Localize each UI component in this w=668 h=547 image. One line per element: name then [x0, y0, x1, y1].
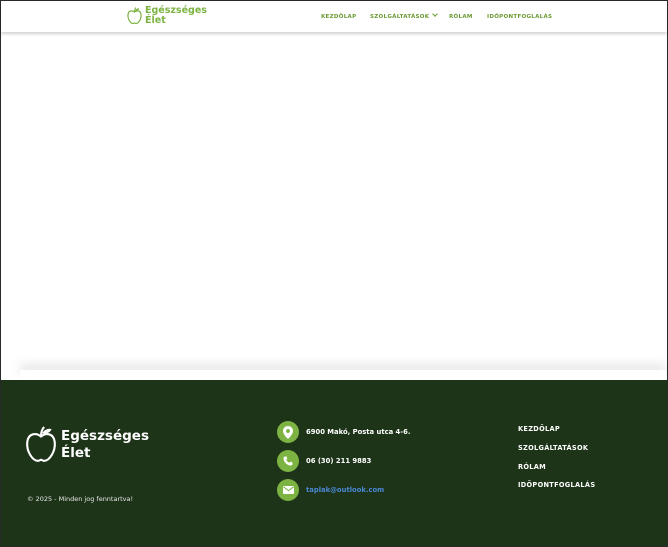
footer-brand-line1: Egészséges [61, 428, 149, 444]
phone-icon [277, 450, 299, 472]
copyright-text: © 2025 - Minden jog fenntartva! [27, 495, 134, 503]
location-pin-icon [277, 421, 299, 443]
apple-icon [25, 426, 57, 468]
envelope-icon [277, 479, 299, 501]
nav-item-szolgaltatasok[interactable]: SZOLGÁLTATÁSOK [370, 11, 439, 20]
main-nav: KEZDŐLAP SZOLGÁLTATÁSOK RÓLAM IDŐPONTFOG… [1, 11, 667, 24]
email-link[interactable]: taplak@outlook.com [306, 486, 384, 494]
site-header: Egészséges Élet KEZDŐLAP SZOLGÁLTATÁSOK … [1, 1, 667, 32]
footer-nav-idopontfoglalas[interactable]: IDŐPONTFOGLALÁS [518, 481, 595, 489]
main-content [1, 33, 667, 379]
address-text: 6900 Makó, Posta utca 4-6. [306, 428, 411, 436]
phone-text: 06 (30) 211 9883 [306, 457, 372, 465]
nav-item-idopontfoglalas[interactable]: IDŐPONTFOGLALÁS [487, 14, 552, 20]
footer-brand-line2: Élet [61, 445, 91, 461]
nav-item-kezdolap[interactable]: KEZDŐLAP [321, 14, 356, 20]
nav-item-rolam[interactable]: RÓLAM [449, 14, 473, 20]
footer-nav-kezdolap[interactable]: KEZDŐLAP [518, 425, 560, 433]
footer-logo[interactable]: Egészséges Élet [25, 426, 161, 468]
site-footer: Egészséges Élet © 2025 - Minden jog fenn… [1, 380, 667, 546]
footer-nav-rolam[interactable]: RÓLAM [518, 463, 546, 471]
content-shadow [20, 370, 666, 380]
footer-brand-name: Egészséges Élet [61, 428, 161, 462]
footer-nav-szolgaltatasok[interactable]: SZOLGÁLTATÁSOK [518, 444, 588, 452]
nav-item-szolgaltatasok-label: SZOLGÁLTATÁSOK [370, 14, 430, 20]
chevron-down-icon [432, 11, 439, 17]
